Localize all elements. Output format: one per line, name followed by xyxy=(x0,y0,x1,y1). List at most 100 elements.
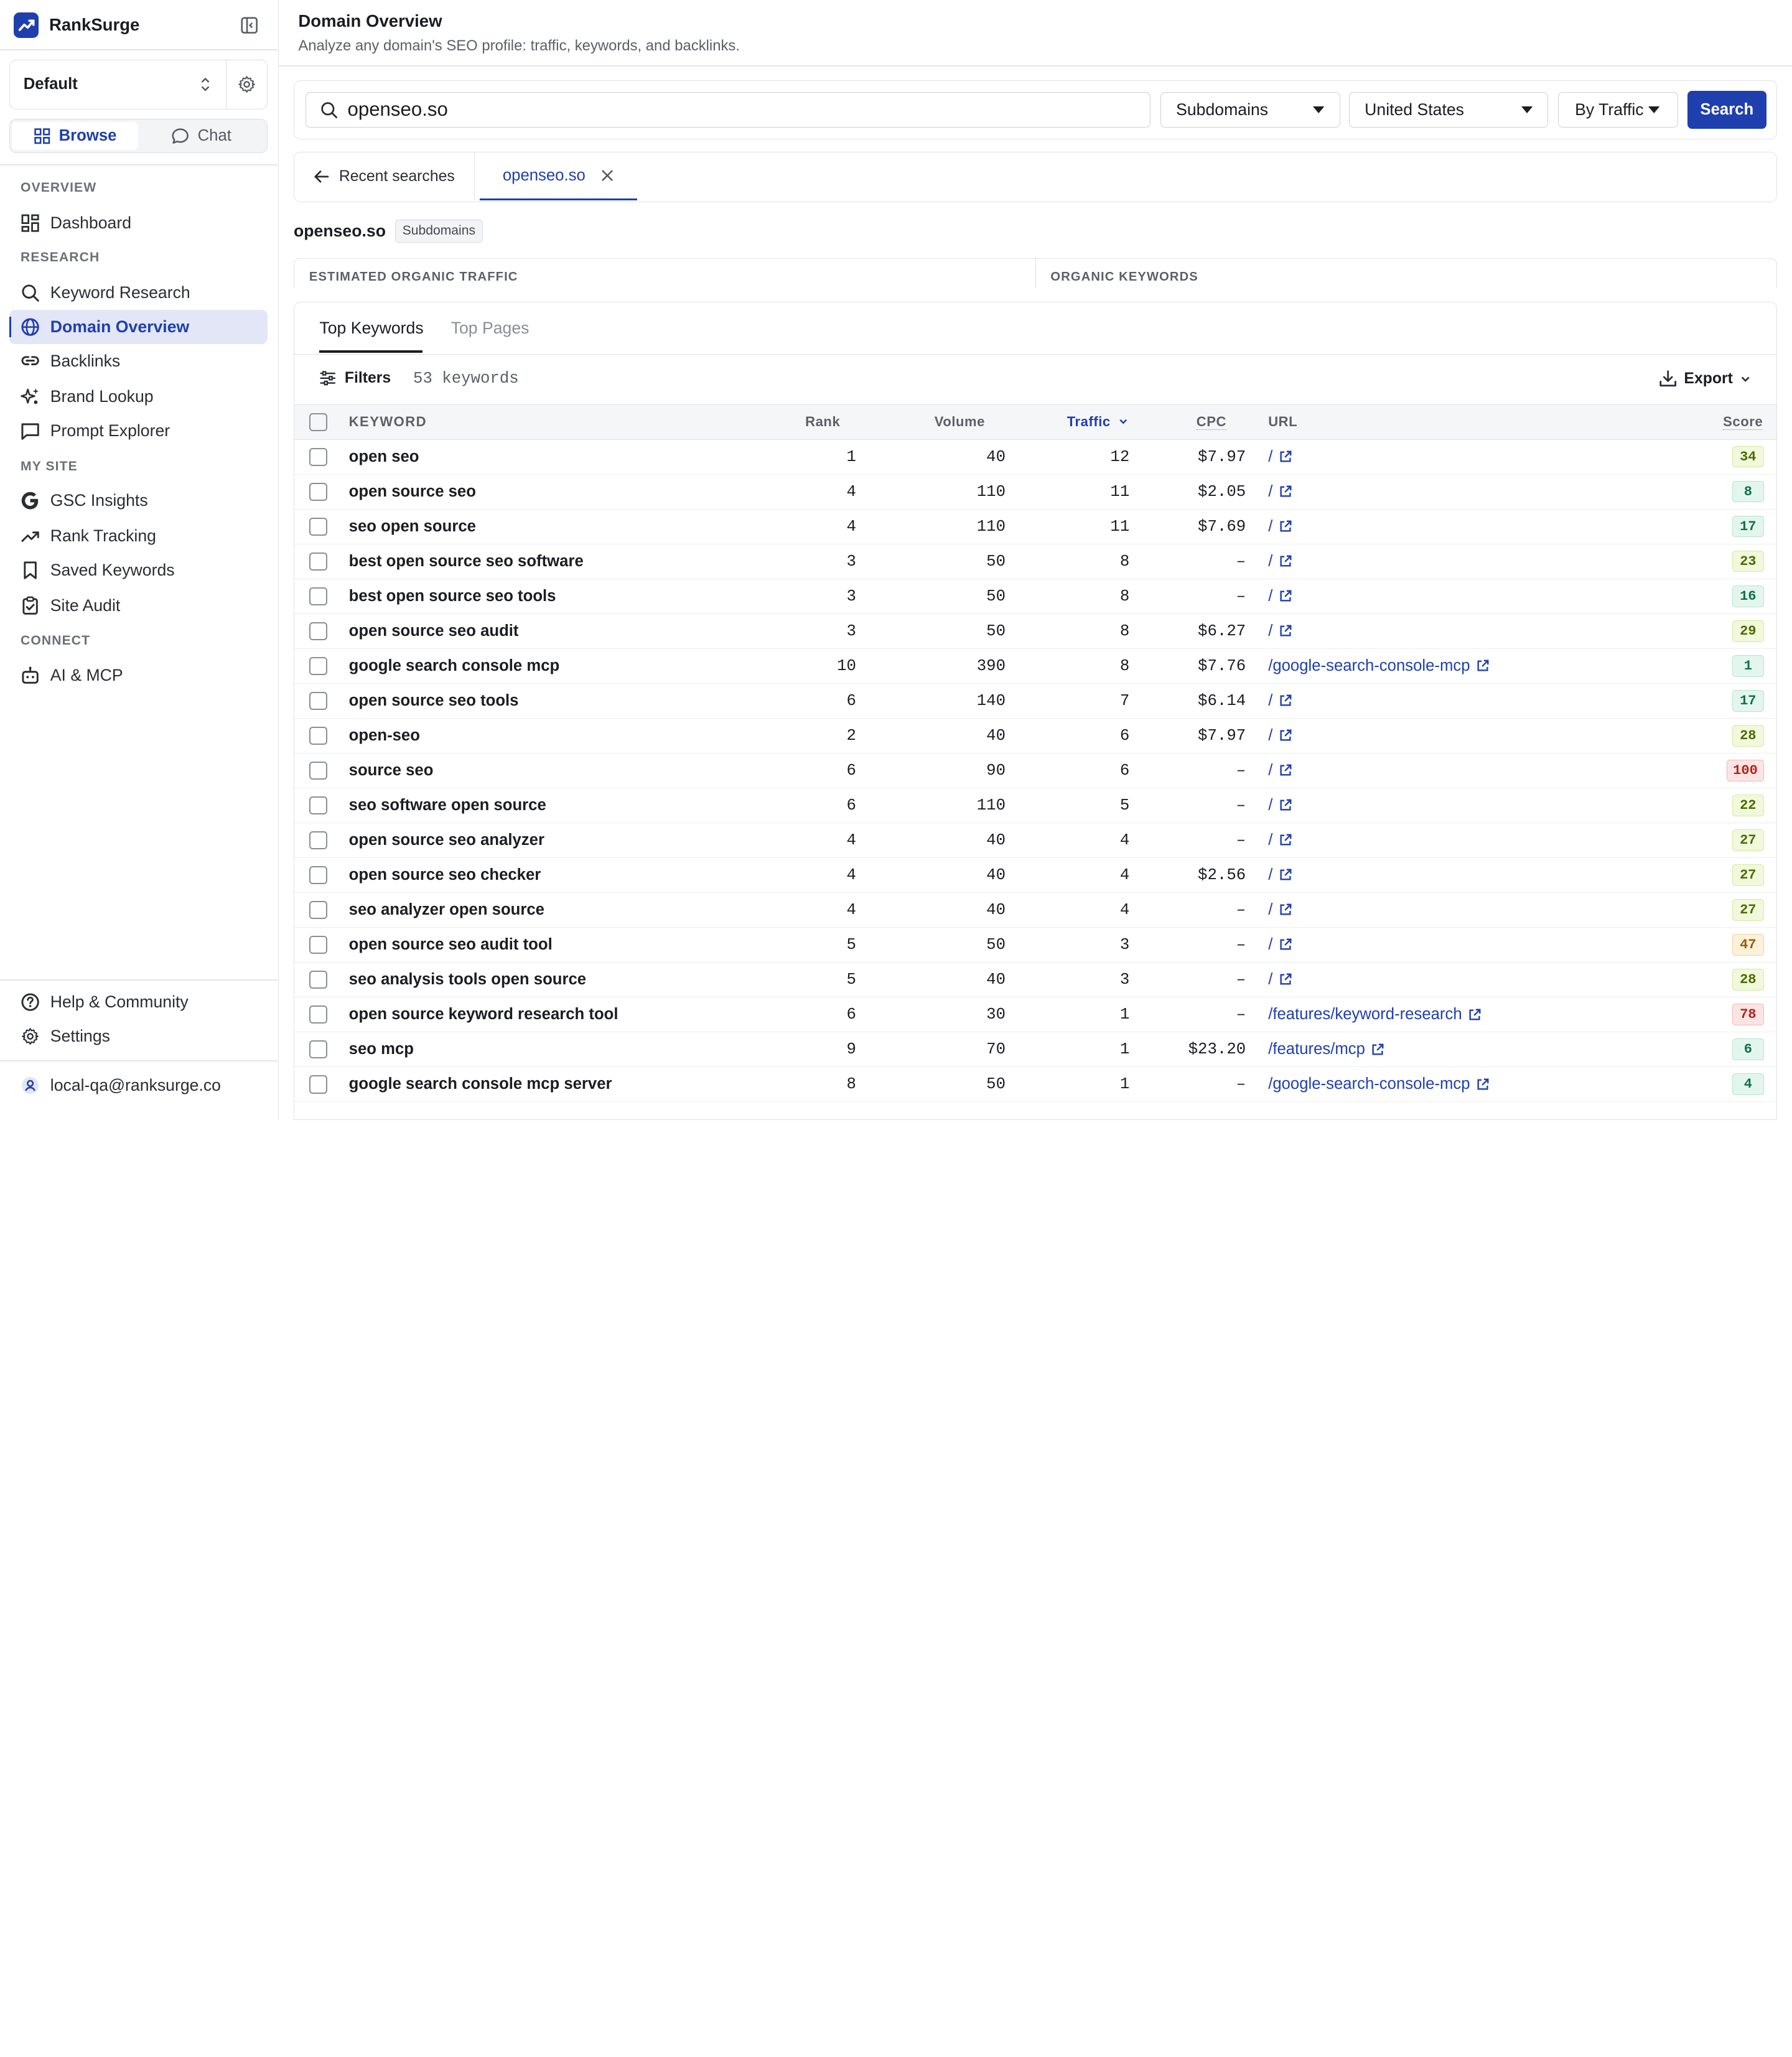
select-all-checkbox[interactable] xyxy=(309,413,328,432)
keyword-cell[interactable]: open source keyword research tool xyxy=(348,997,724,1033)
column-volume[interactable]: Volume xyxy=(856,405,1006,440)
chat-mode-button[interactable]: Chat xyxy=(138,122,264,151)
row-checkbox[interactable] xyxy=(309,1075,328,1094)
table-row[interactable]: open source seo tools 6 140 7 $6.14 / 17 xyxy=(294,683,1777,719)
keyword-cell[interactable]: open seo xyxy=(348,439,724,475)
url-link[interactable]: / xyxy=(1268,587,1292,605)
url-link[interactable]: / xyxy=(1268,518,1292,536)
sidebar-item-settings[interactable]: Settings xyxy=(9,1019,268,1053)
url-link[interactable]: /google-search-console-mcp xyxy=(1268,1075,1490,1093)
table-row[interactable]: open-seo 2 40 6 $7.97 / 28 xyxy=(294,718,1777,753)
keyword-cell[interactable]: seo software open source xyxy=(348,788,724,823)
browse-mode-button[interactable]: Browse xyxy=(12,121,139,151)
row-checkbox[interactable] xyxy=(309,482,328,501)
keyword-cell[interactable]: google search console mcp server xyxy=(348,1066,724,1103)
url-link[interactable]: / xyxy=(1268,762,1292,780)
row-checkbox[interactable] xyxy=(309,517,328,536)
keyword-cell[interactable]: source seo xyxy=(348,753,724,788)
table-row[interactable]: seo mcp 9 70 1 $23.20/features/mcp 6 xyxy=(294,1032,1777,1068)
keyword-cell[interactable]: best open source seo tools xyxy=(348,579,724,614)
close-icon[interactable] xyxy=(601,169,614,182)
row-checkbox[interactable] xyxy=(309,447,328,467)
url-link[interactable]: / xyxy=(1268,448,1292,466)
sidebar-item-gsc-insights[interactable]: GSC Insights xyxy=(9,483,268,518)
table-row[interactable]: open source seo audit 3 50 8 $6.27 / 29 xyxy=(294,613,1777,649)
url-link[interactable]: / xyxy=(1268,901,1292,919)
row-checkbox[interactable] xyxy=(309,761,328,780)
table-row[interactable]: seo open source 4 110 11 $7.69 / 17 xyxy=(294,509,1777,544)
keyword-cell[interactable]: seo mcp xyxy=(348,1032,724,1068)
keyword-cell[interactable]: open-seo xyxy=(348,718,724,753)
table-row[interactable]: seo software open source 6 110 5– / 22 xyxy=(294,788,1777,823)
keyword-cell[interactable]: google search console mcp xyxy=(348,648,724,684)
column-score[interactable]: Score xyxy=(1628,405,1777,440)
keyword-cell[interactable]: open source seo xyxy=(348,474,724,510)
row-checkbox[interactable] xyxy=(309,1040,328,1059)
sidebar-item-backlinks[interactable]: Backlinks xyxy=(9,344,268,378)
url-link[interactable]: / xyxy=(1268,727,1292,745)
tab-top-keywords[interactable]: Top Keywords xyxy=(319,319,423,338)
keyword-cell[interactable]: open source seo tools xyxy=(348,683,724,719)
domain-search-field[interactable] xyxy=(306,91,1150,128)
row-checkbox[interactable] xyxy=(309,691,328,711)
table-row[interactable]: open source seo checker 4 40 4 $2.56/27 xyxy=(294,857,1777,893)
row-checkbox[interactable] xyxy=(309,936,328,954)
tab-active-domain[interactable]: openseo.so xyxy=(479,152,637,201)
url-link[interactable]: / xyxy=(1268,692,1292,710)
row-checkbox[interactable] xyxy=(309,587,328,606)
scope-dropdown[interactable]: Subdomains xyxy=(1160,91,1340,128)
keyword-cell[interactable]: open source seo audit xyxy=(348,613,724,649)
brand[interactable]: RankSurge xyxy=(14,11,139,39)
url-link[interactable]: / xyxy=(1268,866,1292,884)
sidebar-item-ai-mcp[interactable]: AI & MCP xyxy=(9,658,268,693)
table-row[interactable]: source seo 6 90 6–/100 xyxy=(294,753,1777,788)
row-checkbox[interactable] xyxy=(309,656,328,676)
row-checkbox[interactable] xyxy=(309,622,328,641)
keyword-cell[interactable]: open source seo audit tool xyxy=(348,927,724,963)
tab-top-pages[interactable]: Top Pages xyxy=(451,319,530,338)
row-checkbox[interactable] xyxy=(309,971,328,989)
url-link[interactable]: / xyxy=(1268,796,1292,814)
row-checkbox[interactable] xyxy=(309,866,328,885)
sort-dropdown[interactable]: By Traffic xyxy=(1558,91,1679,128)
column-traffic[interactable]: Traffic xyxy=(1006,405,1130,440)
url-link[interactable]: / xyxy=(1268,971,1292,989)
row-checkbox[interactable] xyxy=(309,726,328,745)
table-row[interactable]: seo analyzer open source 4 40 4–/27 xyxy=(294,892,1777,928)
project-settings-button[interactable] xyxy=(225,60,267,110)
domain-search-input[interactable] xyxy=(347,98,1125,121)
keyword-cell[interactable]: seo open source xyxy=(348,509,724,544)
country-dropdown[interactable]: United States xyxy=(1349,91,1548,128)
keyword-cell[interactable]: seo analysis tools open source xyxy=(348,962,724,998)
filters-button[interactable]: Filters xyxy=(319,370,391,387)
table-row[interactable]: open seo 1 40 12 $7.97 / 34 xyxy=(294,439,1777,475)
sidebar-collapse-icon[interactable] xyxy=(236,12,261,37)
column-cpc[interactable]: CPC xyxy=(1129,405,1246,440)
user-account[interactable]: local-qa@ranksurge.co xyxy=(9,1068,268,1103)
export-button[interactable]: Export xyxy=(1659,370,1751,388)
keyword-cell[interactable]: seo analyzer open source xyxy=(348,892,724,928)
url-link[interactable]: /features/mcp xyxy=(1268,1040,1384,1058)
row-checkbox[interactable] xyxy=(309,1005,328,1024)
sidebar-item-dashboard[interactable]: Dashboard xyxy=(9,206,268,240)
sidebar-item-rank-tracking[interactable]: Rank Tracking xyxy=(9,519,268,553)
table-row[interactable]: open source seo audit tool 5 50 3– / 47 xyxy=(294,927,1777,963)
url-link[interactable]: / xyxy=(1268,483,1292,501)
sidebar-item-saved-keywords[interactable]: Saved Keywords xyxy=(9,553,268,587)
search-button[interactable]: Search xyxy=(1687,91,1766,129)
table-row[interactable]: open source seo 4 110 11 $2.05 / 8 xyxy=(294,474,1777,510)
url-link[interactable]: / xyxy=(1268,553,1292,571)
column-rank[interactable]: Rank xyxy=(724,405,856,440)
sidebar-item-site-audit[interactable]: Site Audit xyxy=(9,589,268,623)
url-link[interactable]: / xyxy=(1268,936,1292,954)
column-keyword[interactable]: KEYWORD xyxy=(348,405,724,440)
keyword-cell[interactable]: open source seo analyzer xyxy=(348,823,724,858)
sidebar-item-domain-overview[interactable]: Domain Overview xyxy=(9,309,268,344)
tab-recent-searches[interactable]: Recent searches xyxy=(294,152,475,201)
url-link[interactable]: /features/keyword-research xyxy=(1268,1005,1482,1024)
table-row[interactable]: open source seo analyzer 4 40 4–/27 xyxy=(294,823,1777,858)
sidebar-item-keyword-research[interactable]: Keyword Research xyxy=(9,276,268,310)
sidebar-item-help[interactable]: Help & Community xyxy=(9,985,268,1019)
row-checkbox[interactable] xyxy=(309,552,328,571)
row-checkbox[interactable] xyxy=(309,901,328,920)
